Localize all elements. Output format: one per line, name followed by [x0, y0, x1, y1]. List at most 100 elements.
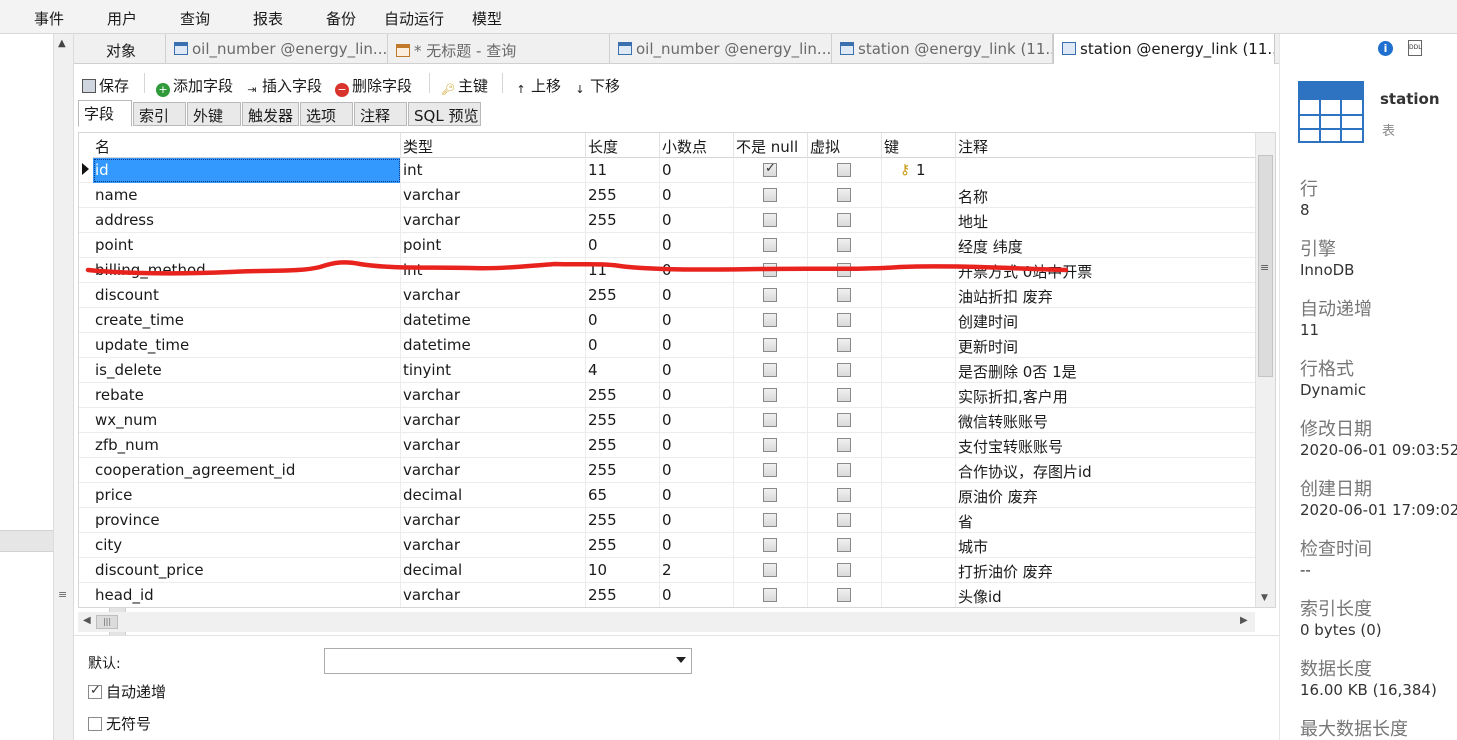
- cell-key[interactable]: [882, 208, 956, 233]
- cell-length[interactable]: 255: [586, 433, 660, 458]
- not-null-checkbox[interactable]: [763, 588, 777, 602]
- cell-type[interactable]: varchar: [401, 208, 586, 233]
- cell-type[interactable]: varchar: [401, 533, 586, 558]
- virtual-checkbox[interactable]: [837, 163, 851, 177]
- column-header-not-null[interactable]: 不是 null: [734, 133, 808, 158]
- column-header-virtual[interactable]: 虚拟: [808, 133, 882, 158]
- cell-type[interactable]: tinyint: [401, 358, 586, 383]
- table-row[interactable]: head_id varchar 255 0 头像id: [79, 583, 1255, 607]
- not-null-checkbox[interactable]: [763, 538, 777, 552]
- not-null-checkbox[interactable]: [763, 188, 777, 202]
- fields-grid[interactable]: 名 类型 长度 小数点 不是 null 虚拟 键 注释 idint110⚷1na…: [78, 132, 1276, 608]
- scroll-right-arrow-icon[interactable]: ▶: [1240, 615, 1248, 626]
- tab-station-design[interactable]: station @energy_link (11...: [1053, 34, 1275, 65]
- move-up-button[interactable]: ↑ 上移: [514, 75, 561, 97]
- default-value-select[interactable]: [324, 648, 692, 674]
- column-header-type[interactable]: 类型: [401, 133, 586, 158]
- cell-length[interactable]: 11: [586, 258, 660, 283]
- cell-length[interactable]: 255: [586, 458, 660, 483]
- virtual-checkbox[interactable]: [837, 338, 851, 352]
- cell-decimals[interactable]: 0: [660, 508, 734, 533]
- cell-length[interactable]: 0: [586, 308, 660, 333]
- cell-name[interactable]: point: [93, 233, 401, 258]
- cell-key[interactable]: [882, 483, 956, 508]
- cell-name[interactable]: discount: [93, 283, 401, 308]
- cell-name[interactable]: head_id: [93, 583, 401, 607]
- cell-name[interactable]: is_delete: [93, 358, 401, 383]
- table-row[interactable]: address varchar 255 0 地址: [79, 208, 1255, 233]
- virtual-checkbox[interactable]: [837, 538, 851, 552]
- cell-type[interactable]: datetime: [401, 333, 586, 358]
- tab-fields[interactable]: 字段: [78, 100, 132, 127]
- cell-name[interactable]: create_time: [93, 308, 401, 333]
- table-row[interactable]: zfb_num varchar 255 0 支付宝转账账号: [79, 433, 1255, 458]
- column-header-name[interactable]: 名: [93, 133, 401, 158]
- cell-decimals[interactable]: 0: [660, 208, 734, 233]
- table-row[interactable]: update_time datetime 0 0 更新时间: [79, 333, 1255, 358]
- virtual-checkbox[interactable]: [837, 363, 851, 377]
- cell-key[interactable]: [882, 583, 956, 607]
- scroll-left-arrow-icon[interactable]: ◀: [83, 615, 91, 626]
- table-row[interactable]: rebate varchar 255 0 实际折扣,客户用: [79, 383, 1255, 408]
- tab-oil-number-1[interactable]: oil_number @energy_lin...: [166, 34, 388, 64]
- cell-key[interactable]: [882, 558, 956, 583]
- not-null-checkbox[interactable]: [763, 288, 777, 302]
- menu-events[interactable]: 事件: [34, 8, 64, 29]
- cell-length[interactable]: 0: [586, 233, 660, 258]
- cell-name[interactable]: address: [93, 208, 401, 233]
- cell-name[interactable]: name: [93, 183, 401, 208]
- cell-comment[interactable]: 更新时间: [956, 333, 1255, 358]
- cell-comment[interactable]: 头像id: [956, 583, 1255, 607]
- not-null-checkbox[interactable]: [763, 313, 777, 327]
- cell-comment[interactable]: 微信转账账号: [956, 408, 1255, 433]
- cell-comment[interactable]: 城市: [956, 533, 1255, 558]
- cell-type[interactable]: varchar: [401, 383, 586, 408]
- cell-length[interactable]: 255: [586, 533, 660, 558]
- table-row[interactable]: cooperation_agreement_id varchar 255 0 合作协议，…: [79, 458, 1255, 483]
- delete-field-button[interactable]: − 删除字段: [335, 75, 412, 97]
- cell-decimals[interactable]: 0: [660, 258, 734, 283]
- cell-key[interactable]: [882, 508, 956, 533]
- virtual-checkbox[interactable]: [837, 588, 851, 602]
- cell-type[interactable]: varchar: [401, 508, 586, 533]
- ddl-icon[interactable]: DDL: [1408, 40, 1422, 56]
- menu-backup[interactable]: 备份: [326, 8, 356, 29]
- cell-comment[interactable]: 是否删除 0否 1是: [956, 358, 1255, 383]
- virtual-checkbox[interactable]: [837, 288, 851, 302]
- cell-decimals[interactable]: 0: [660, 308, 734, 333]
- cell-decimals[interactable]: 0: [660, 533, 734, 558]
- cell-type[interactable]: decimal: [401, 483, 586, 508]
- not-null-checkbox[interactable]: [763, 238, 777, 252]
- cell-name[interactable]: city: [93, 533, 401, 558]
- menu-users[interactable]: 用户: [107, 8, 137, 29]
- cell-type[interactable]: int: [401, 158, 586, 183]
- virtual-checkbox[interactable]: [837, 388, 851, 402]
- table-row[interactable]: name varchar 255 0 名称: [79, 183, 1255, 208]
- grid-horizontal-scrollbar[interactable]: ◀ ||| ▶: [78, 612, 1255, 632]
- virtual-checkbox[interactable]: [837, 563, 851, 577]
- cell-decimals[interactable]: 0: [660, 183, 734, 208]
- cell-comment[interactable]: 合作协议，存图片id: [956, 458, 1255, 483]
- table-row[interactable]: wx_num varchar 255 0 微信转账账号: [79, 408, 1255, 433]
- cell-type[interactable]: varchar: [401, 583, 586, 607]
- cell-name[interactable]: billing_method: [93, 258, 401, 283]
- tab-foreign-keys[interactable]: 外键: [187, 102, 241, 126]
- not-null-checkbox[interactable]: [763, 363, 777, 377]
- cell-comment[interactable]: 原油价 废弃: [956, 483, 1255, 508]
- not-null-checkbox[interactable]: [763, 388, 777, 402]
- cell-name[interactable]: discount_price: [93, 558, 401, 583]
- checkbox-box[interactable]: [88, 683, 102, 699]
- virtual-checkbox[interactable]: [837, 188, 851, 202]
- cell-decimals[interactable]: 0: [660, 158, 734, 183]
- cell-comment[interactable]: 经度 纬度: [956, 233, 1255, 258]
- cell-name[interactable]: rebate: [93, 383, 401, 408]
- cell-type[interactable]: datetime: [401, 308, 586, 333]
- column-header-length[interactable]: 长度: [586, 133, 660, 158]
- cell-decimals[interactable]: 0: [660, 458, 734, 483]
- cell-length[interactable]: 255: [586, 508, 660, 533]
- cell-type[interactable]: varchar: [401, 458, 586, 483]
- not-null-checkbox[interactable]: [763, 488, 777, 502]
- cell-key[interactable]: [882, 458, 956, 483]
- virtual-checkbox[interactable]: [837, 313, 851, 327]
- cell-length[interactable]: 255: [586, 408, 660, 433]
